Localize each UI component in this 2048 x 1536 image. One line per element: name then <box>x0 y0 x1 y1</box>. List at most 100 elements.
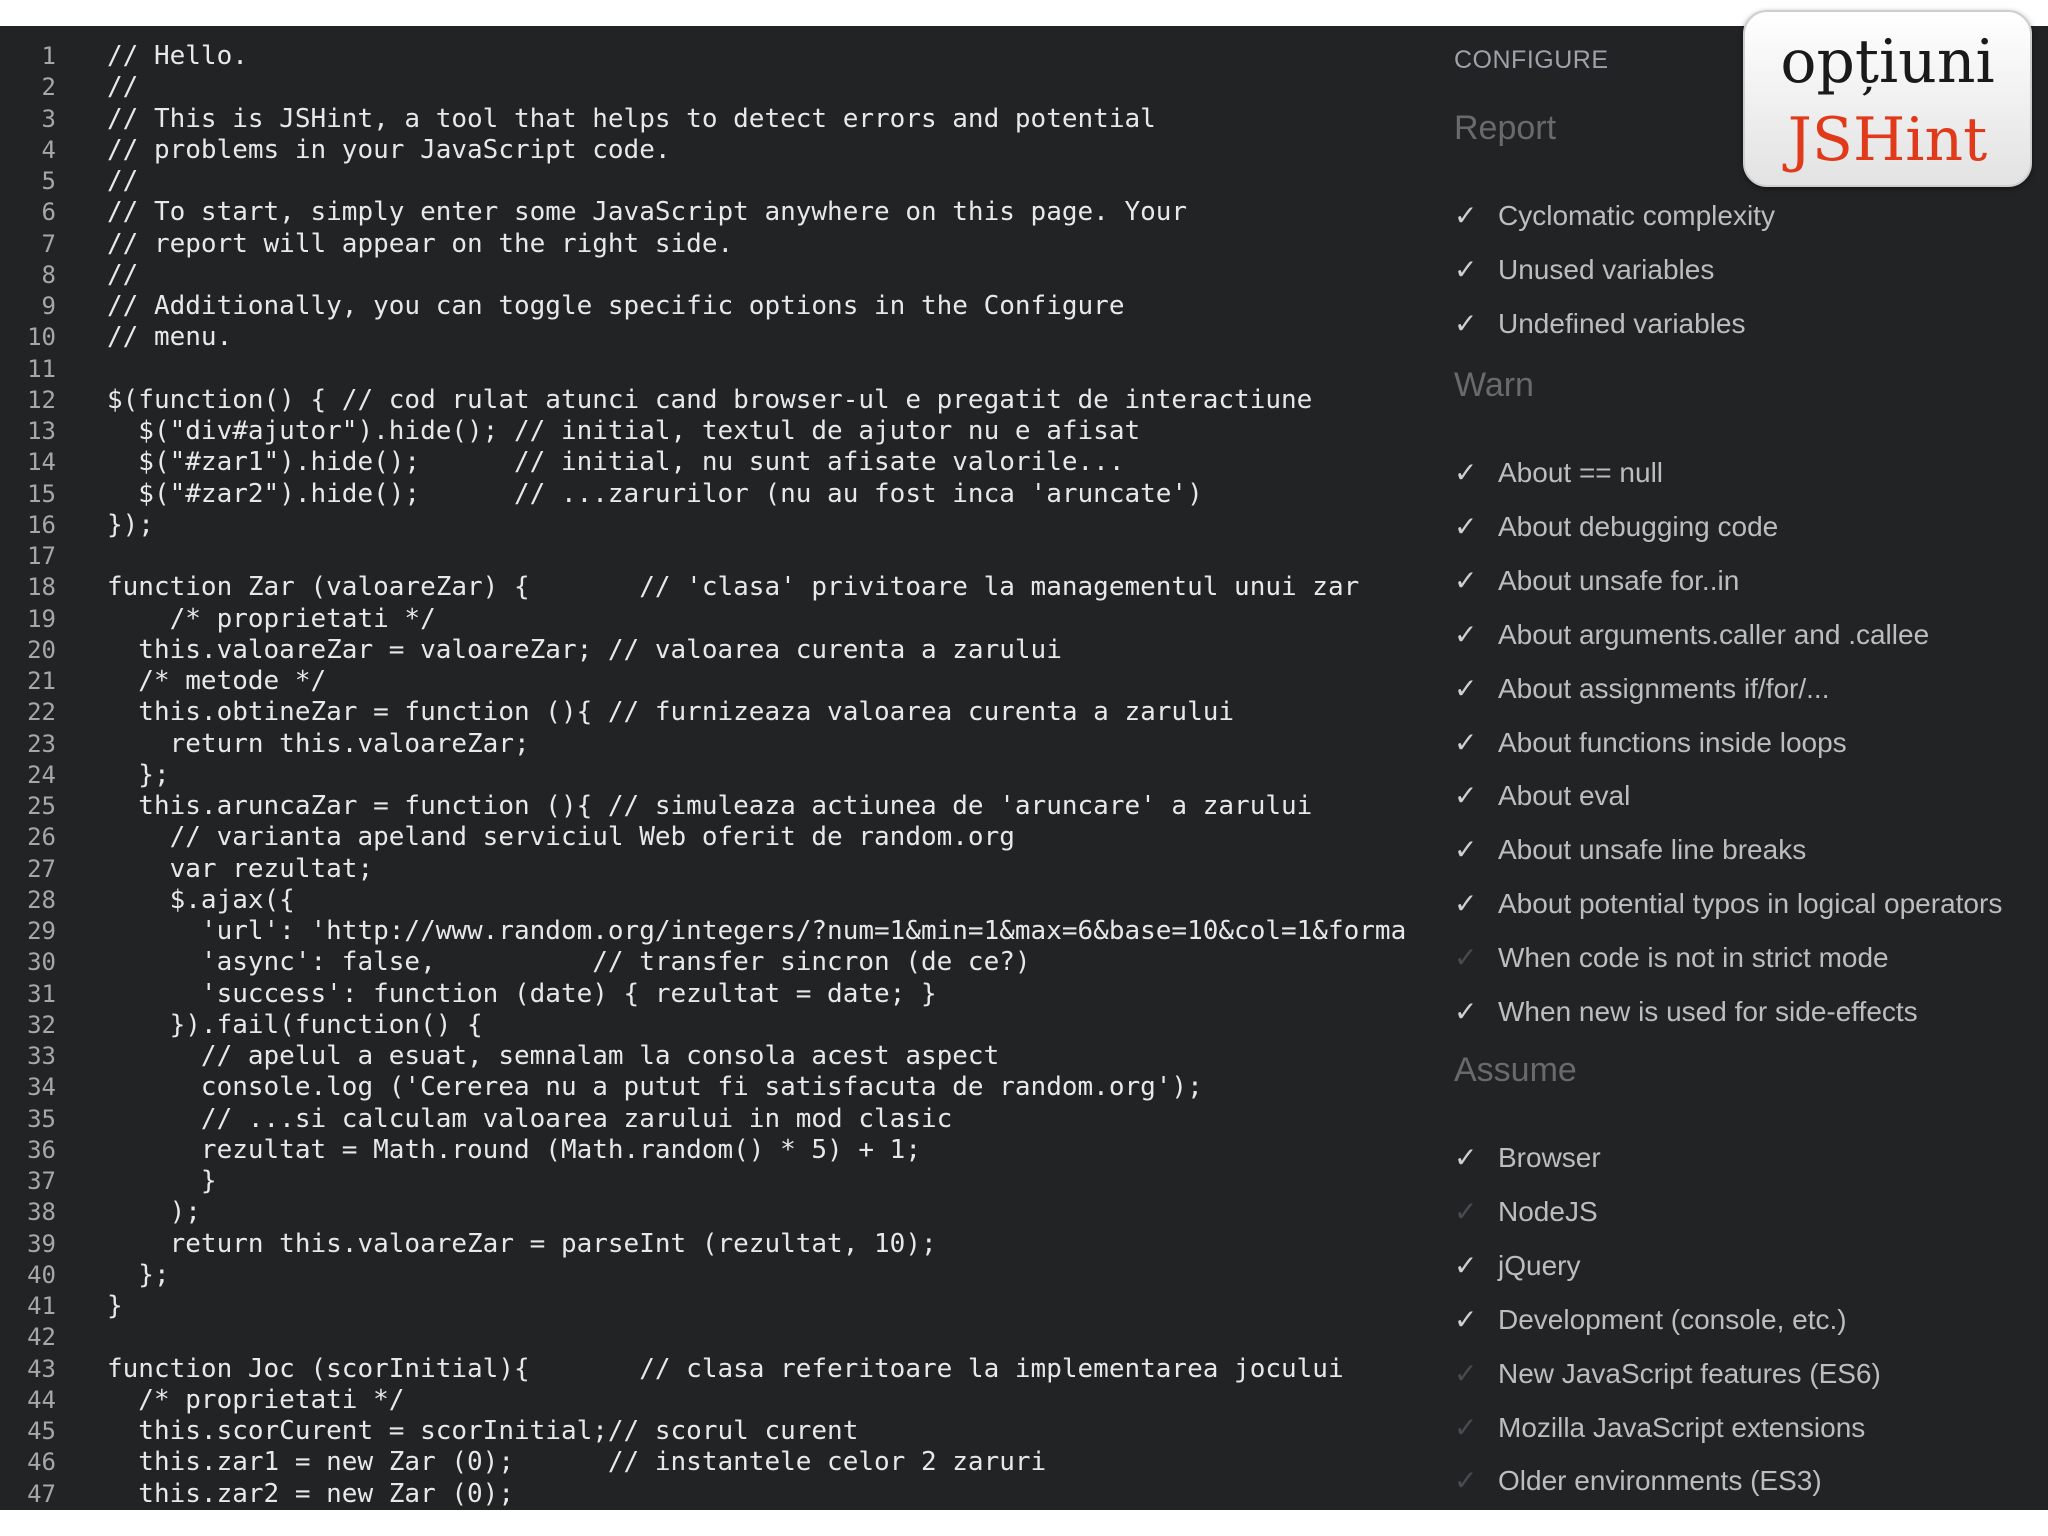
check-icon: ✓ <box>1454 671 1478 705</box>
warn-option[interactable]: ✓ About unsafe line breaks <box>1454 830 1806 870</box>
line-number: 6 <box>41 198 56 227</box>
check-icon: ✓ <box>1454 456 1478 489</box>
code-line[interactable]: this.obtineZar = function (){ // furnize… <box>107 697 1407 728</box>
code-line[interactable]: // varianta apeland serviciul Web oferit… <box>107 822 1407 853</box>
code-line[interactable]: $(function() { // cod rulat atunci cand … <box>107 385 1407 416</box>
assume-option[interactable]: ✓ Development (console, etc.) <box>1454 1300 1847 1340</box>
code-line[interactable]: }; <box>107 760 1407 791</box>
line-number: 24 <box>27 760 56 789</box>
code-line[interactable]: this.zar1 = new Zar (0); // instantele c… <box>107 1447 1407 1478</box>
line-number: 19 <box>27 604 56 633</box>
code-line[interactable]: return this.valoareZar; <box>107 729 1407 760</box>
code-line[interactable] <box>107 1322 1407 1353</box>
code-line[interactable]: 'async': false, // transfer sincron (de … <box>107 947 1407 978</box>
code-line[interactable]: this.aruncaZar = function (){ // simulea… <box>107 791 1407 822</box>
line-number: 36 <box>27 1135 56 1164</box>
code-line[interactable] <box>107 541 1407 572</box>
warn-option[interactable]: ✓ About functions inside loops <box>1454 723 1847 763</box>
warn-option[interactable]: ✓ About assignments if/for/... <box>1454 669 1830 709</box>
jshint-app: 1 2 3 4 5 6 7 8 9 10 11 12 13 14 15 16 17 18 19 20 21 22 23 24 2… <box>0 26 2048 1510</box>
line-number: 32 <box>27 1010 56 1039</box>
code-line[interactable]: // report will appear on the right side. <box>107 229 1407 260</box>
badge-title-line: opțiuni <box>1780 27 1995 97</box>
check-icon: ✓ <box>1454 563 1478 597</box>
warn-option[interactable]: ✓ When new is used for side-effects <box>1454 992 1918 1032</box>
code-line[interactable]: // Hello. <box>107 41 1407 72</box>
code-line[interactable]: }); <box>107 510 1407 541</box>
line-number: 25 <box>27 792 56 820</box>
option-label: About unsafe line breaks <box>1498 834 1807 866</box>
code-line[interactable]: return this.valoareZar = parseInt (rezul… <box>107 1229 1407 1260</box>
code-line[interactable] <box>107 354 1407 385</box>
check-icon: ✓ <box>1454 1248 1478 1282</box>
code-line[interactable]: // <box>107 260 1407 291</box>
assume-option[interactable]: ✓ jQuery <box>1454 1246 1580 1286</box>
code-line[interactable]: // To start, simply enter some JavaScrip… <box>107 197 1407 228</box>
check-icon: ✓ <box>1454 199 1478 232</box>
warn-option[interactable]: ✓ About == null <box>1454 453 1663 493</box>
code-line[interactable]: this.zar2 = new Zar (0); <box>107 1479 1407 1510</box>
line-number: 37 <box>27 1167 56 1195</box>
check-icon: ✓ <box>1454 833 1478 867</box>
code-line[interactable]: // problems in your JavaScript code. <box>107 135 1407 166</box>
option-label: Browser <box>1498 1142 1601 1173</box>
assume-option[interactable]: ✓ Older environments (ES3) <box>1454 1461 1822 1501</box>
warn-option[interactable]: ✓ About potential typos in logical operat… <box>1454 884 2002 924</box>
code-line[interactable]: $("#zar2").hide(); // ...zarurilor (nu a… <box>107 479 1407 510</box>
option-label: About potential typos in logical operato… <box>1498 888 2003 920</box>
code-line[interactable]: // ...si calculam valoarea zarului in mo… <box>107 1104 1407 1135</box>
code-line[interactable]: /* metode */ <box>107 666 1407 697</box>
code-line[interactable]: // Additionally, you can toggle specific… <box>107 291 1407 322</box>
code-line[interactable]: rezultat = Math.round (Math.random() * 5… <box>107 1135 1407 1166</box>
code-line[interactable]: $("div#ajutor").hide(); // initial, text… <box>107 416 1407 447</box>
code-line[interactable]: // apelul a esuat, semnalam la consola a… <box>107 1041 1407 1072</box>
warn-option[interactable]: ✓ About eval <box>1454 776 1630 816</box>
code-line[interactable]: console.log ('Cererea nu a putut fi sati… <box>107 1072 1407 1103</box>
code-line[interactable]: 'success': function (date) { rezultat = … <box>107 979 1407 1010</box>
code-line[interactable]: // <box>107 72 1407 103</box>
line-number: 40 <box>27 1260 56 1289</box>
code-line[interactable]: } <box>107 1291 1407 1322</box>
code-line[interactable]: function Zar (valoareZar) { // 'clasa' p… <box>107 572 1407 603</box>
code-line[interactable]: function Joc (scorInitial){ // clasa ref… <box>107 1354 1407 1385</box>
assume-option[interactable]: ✓ NodeJS <box>1454 1192 1598 1232</box>
check-icon: ✓ <box>1454 252 1478 286</box>
code-line[interactable]: }).fail(function() { <box>107 1010 1407 1041</box>
option-label: About functions inside loops <box>1498 726 1847 758</box>
warn-option[interactable]: ✓ About debugging code <box>1454 507 1778 547</box>
line-number: 1 <box>41 42 56 70</box>
line-number: 11 <box>27 354 56 383</box>
option-label: When new is used for side-effects <box>1498 996 1918 1027</box>
code-line[interactable]: $.ajax({ <box>107 885 1407 916</box>
warn-option[interactable]: ✓ About arguments.caller and .callee <box>1454 615 1929 655</box>
code-line[interactable]: var rezultat; <box>107 854 1407 885</box>
code-line[interactable]: $("#zar1").hide(); // initial, nu sunt a… <box>107 447 1407 478</box>
report-option[interactable]: ✓ Cyclomatic complexity <box>1454 196 1775 236</box>
code-line[interactable]: 'url': 'http://www.random.org/integers/?… <box>107 916 1407 947</box>
line-number: 43 <box>27 1354 56 1383</box>
option-label: About == null <box>1498 457 1664 488</box>
code-line[interactable]: // menu. <box>107 322 1407 353</box>
code-line[interactable]: this.valoareZar = valoareZar; // valoare… <box>107 635 1407 666</box>
code-line[interactable]: ); <box>107 1197 1407 1228</box>
warn-option[interactable]: ✓ About unsafe for..in <box>1454 561 1739 601</box>
option-label: When code is not in strict mode <box>1498 942 1889 974</box>
code-line[interactable]: // <box>107 166 1407 197</box>
code-line[interactable]: this.scorCurent = scorInitial;// scorul … <box>107 1416 1407 1447</box>
warn-option[interactable]: ✓ When code is not in strict mode <box>1454 938 1889 978</box>
report-option[interactable]: ✓ Unused variables <box>1454 250 1714 290</box>
code-editor[interactable]: // Hello.//// This is JSHint, a tool tha… <box>107 41 1407 1510</box>
configure-menu-button[interactable]: CONFIGURE <box>1454 46 1609 75</box>
report-option[interactable]: ✓ Undefined variables <box>1454 304 1746 344</box>
code-line[interactable]: } <box>107 1166 1407 1197</box>
code-line[interactable]: /* proprietati */ <box>107 604 1407 635</box>
code-line[interactable]: /* proprietati */ <box>107 1385 1407 1416</box>
check-icon: ✓ <box>1454 1410 1478 1444</box>
line-number: 14 <box>27 448 56 477</box>
assume-option[interactable]: ✓ Mozilla JavaScript extensions <box>1454 1408 1865 1448</box>
code-line[interactable]: // This is JSHint, a tool that helps to … <box>107 104 1407 135</box>
assume-option[interactable]: ✓ New JavaScript features (ES6) <box>1454 1354 1881 1394</box>
line-number: 13 <box>27 417 56 445</box>
code-line[interactable]: }; <box>107 1260 1407 1291</box>
assume-option[interactable]: ✓ Browser <box>1454 1138 1601 1178</box>
